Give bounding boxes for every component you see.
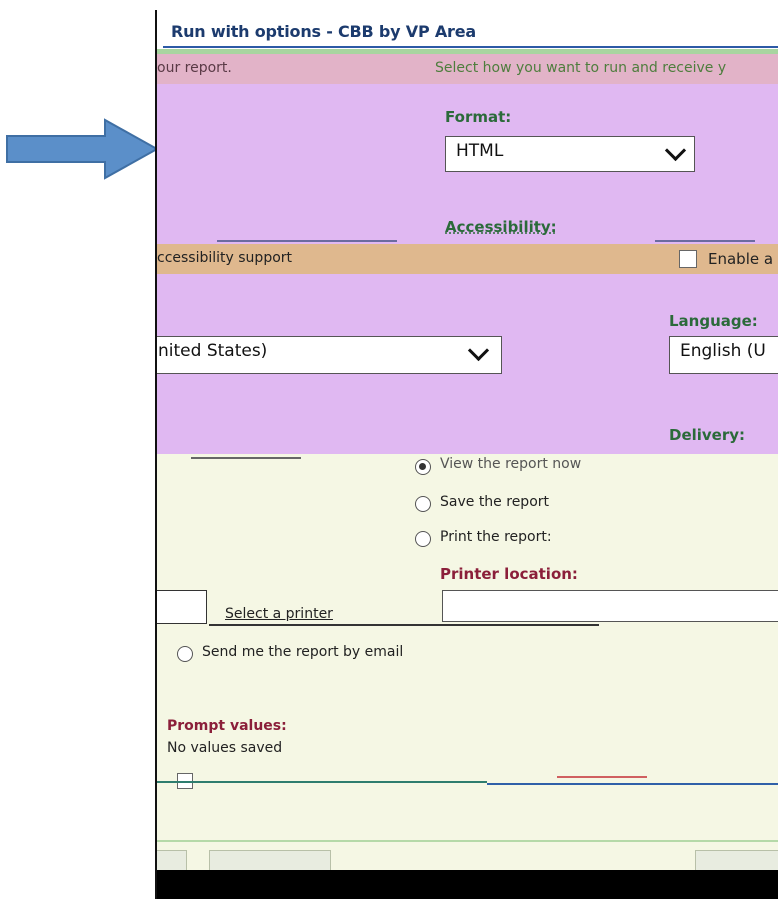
format-value: HTML bbox=[456, 141, 504, 161]
divider bbox=[217, 240, 397, 242]
format-label: Format: bbox=[445, 108, 512, 126]
language-left-value: nited States) bbox=[158, 341, 268, 361]
run-options-dialog: Run with options - CBB by VP Area our re… bbox=[155, 10, 778, 899]
chevron-down-icon bbox=[467, 339, 490, 362]
accessibility-checkbox-label: Enable a bbox=[708, 250, 774, 268]
divider bbox=[209, 624, 599, 626]
printer-location-label: Printer location: bbox=[440, 565, 578, 583]
divider bbox=[157, 781, 487, 783]
intro-text-left: our report. bbox=[157, 60, 232, 76]
divider bbox=[655, 240, 755, 242]
email-radio[interactable] bbox=[177, 646, 193, 662]
delivery-label: Delivery: bbox=[669, 426, 746, 444]
divider bbox=[191, 457, 301, 459]
language-value: English (U bbox=[680, 341, 766, 361]
print-report-radio[interactable] bbox=[415, 531, 431, 547]
save-report-label: Save the report bbox=[440, 494, 549, 510]
prompt-values-text: No values saved bbox=[167, 740, 283, 756]
arrow-right-icon bbox=[6, 118, 160, 180]
view-now-label: View the report now bbox=[440, 456, 582, 472]
email-option-label: Send me the report by email bbox=[202, 644, 404, 660]
intro-text-right: Select how you want to run and receive y bbox=[435, 60, 727, 76]
printer-box bbox=[157, 590, 207, 624]
save-report-radio[interactable] bbox=[415, 496, 431, 512]
printer-location-input[interactable] bbox=[442, 590, 778, 622]
prompt-values-label: Prompt values: bbox=[167, 718, 287, 734]
format-select[interactable]: HTML bbox=[445, 136, 695, 172]
language-select[interactable]: English (U bbox=[669, 336, 778, 374]
language-label: Language: bbox=[669, 312, 758, 330]
accessibility-label: Accessibility: bbox=[445, 218, 557, 236]
divider bbox=[487, 783, 778, 785]
language-select-left[interactable]: nited States) bbox=[157, 336, 502, 374]
accessibility-support-text: ccessibility support bbox=[157, 250, 293, 266]
view-now-radio[interactable] bbox=[415, 459, 431, 475]
divider bbox=[557, 776, 647, 778]
title-underline bbox=[163, 46, 778, 48]
divider bbox=[157, 840, 778, 842]
intro-band: our report. Select how you want to run a… bbox=[157, 54, 778, 84]
dialog-title: Run with options - CBB by VP Area bbox=[171, 22, 476, 41]
delivery-section bbox=[157, 454, 778, 889]
select-printer-link[interactable]: Select a printer bbox=[225, 606, 333, 622]
print-report-label: Print the report: bbox=[440, 529, 552, 545]
chevron-down-icon bbox=[664, 139, 687, 162]
accessibility-checkbox[interactable] bbox=[679, 250, 697, 268]
footer-bar bbox=[157, 870, 778, 899]
